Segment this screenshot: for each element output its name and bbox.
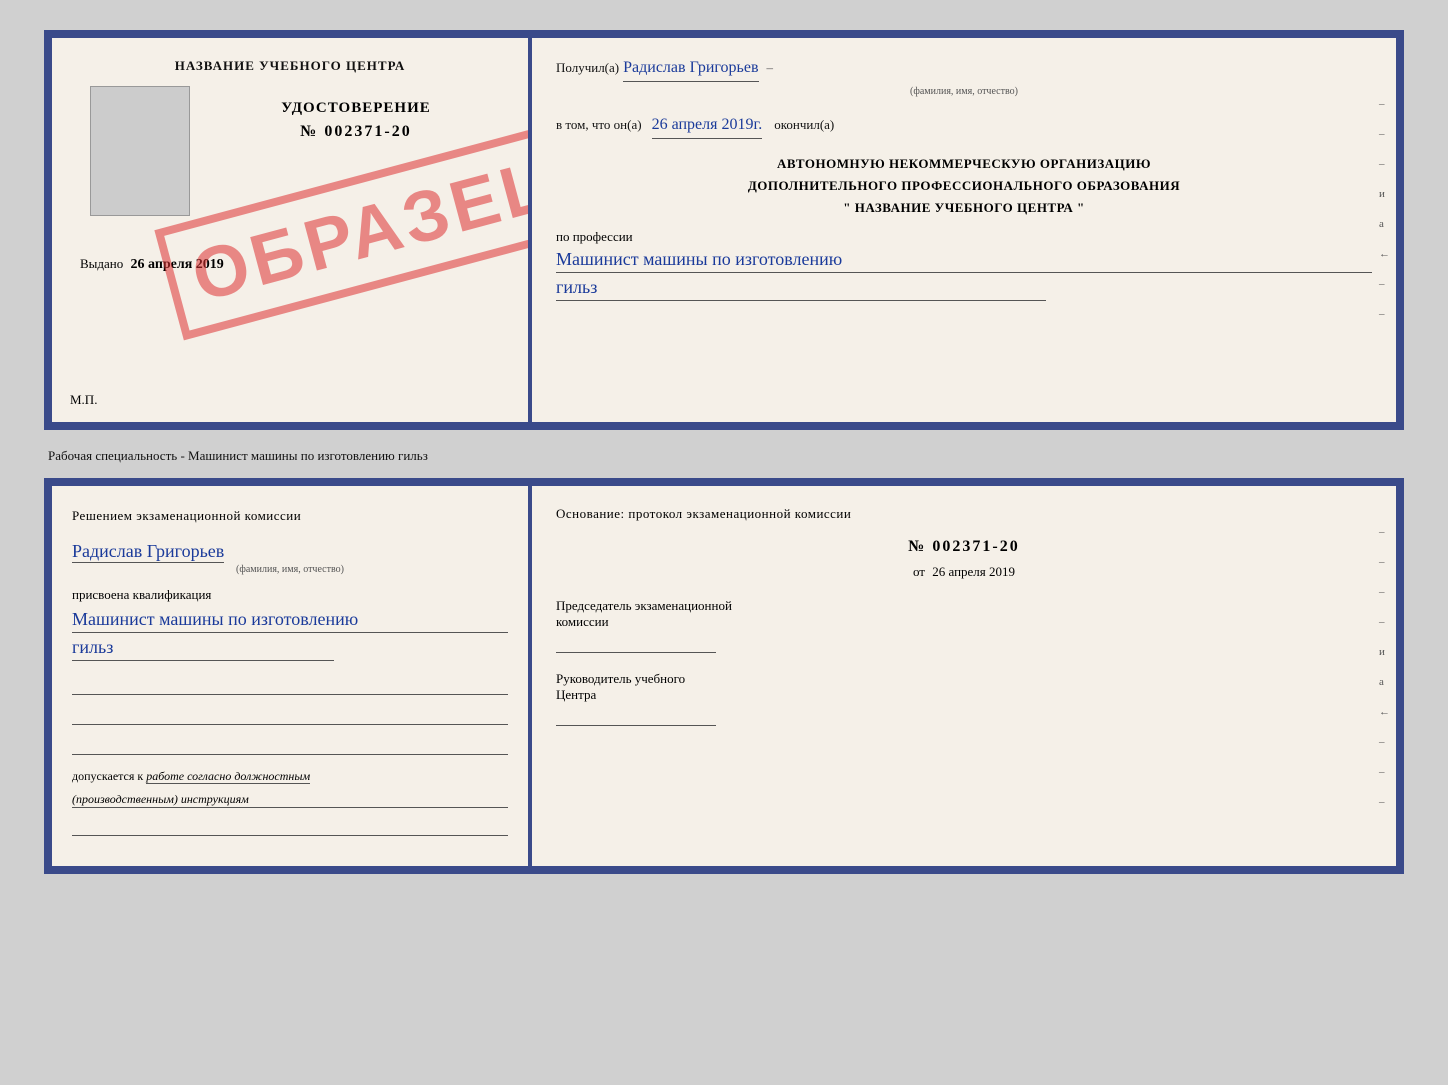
assigned-label: присвоена квалификация — [72, 587, 508, 603]
person-name-top: Радислав Григорьев — [623, 56, 758, 82]
basis-label: Основание: протокол экзаменационной коми… — [556, 506, 1372, 522]
head-label2: Центра — [556, 687, 1372, 703]
top-doc-right: Получил(а) Радислав Григорьев – (фамилия… — [532, 38, 1396, 422]
chairman-label2: комиссии — [556, 614, 1372, 630]
received-label: Получил(а) — [556, 58, 619, 78]
head-block: Руководитель учебного Центра — [556, 671, 1372, 726]
bottom-document: Решением экзаменационной комиссии Радисл… — [44, 478, 1404, 874]
org-line2: ДОПОЛНИТЕЛЬНОГО ПРОФЕССИОНАЛЬНОГО ОБРАЗО… — [556, 175, 1372, 197]
profession-block: по профессии Машинист машины по изготовл… — [556, 229, 1372, 301]
bottom-doc-right: Основание: протокол экзаменационной коми… — [532, 486, 1396, 866]
protocol-date: 26 апреля 2019 — [932, 564, 1015, 579]
qualification-text2: гильз — [72, 637, 334, 661]
profession-label: по профессии — [556, 229, 1372, 245]
issued-info: Выдано 26 апреля 2019 — [80, 256, 224, 273]
allowed-text: работе согласно должностным — [146, 769, 310, 784]
blank-line-1 — [72, 675, 508, 695]
chairman-label: Председатель экзаменационной — [556, 598, 1372, 614]
received-row: Получил(а) Радислав Григорьев – (фамилия… — [556, 56, 1372, 99]
bottom-doc-left: Решением экзаменационной комиссии Радисл… — [52, 486, 532, 866]
side-marks-bottom: – – – – и а ← – – – — [1379, 526, 1390, 808]
org-line3: " НАЗВАНИЕ УЧЕБНОГО ЦЕНТРА " — [556, 197, 1372, 219]
cert-label: УДОСТОВЕРЕНИЕ — [202, 100, 510, 117]
date-prefix: от — [913, 564, 925, 579]
org-line1: АВТОНОМНУЮ НЕКОММЕРЧЕСКУЮ ОРГАНИЗАЦИЮ — [556, 153, 1372, 175]
name-sublabel-top: (фамилия, имя, отчество) — [556, 84, 1372, 99]
top-doc-left: НАЗВАНИЕ УЧЕБНОГО ЦЕНТРА УДОСТОВЕРЕНИЕ №… — [52, 38, 532, 422]
chairman-block: Председатель экзаменационной комиссии — [556, 598, 1372, 653]
side-marks-top: – – – и а ← – – — [1379, 98, 1390, 320]
chairman-signature-line — [556, 652, 716, 653]
top-document: НАЗВАНИЕ УЧЕБНОГО ЦЕНТРА УДОСТОВЕРЕНИЕ №… — [44, 30, 1404, 430]
head-label: Руководитель учебного — [556, 671, 1372, 687]
middle-label: Рабочая специальность - Машинист машины … — [44, 448, 1404, 464]
qualification-text: Машинист машины по изготовлению — [72, 609, 508, 633]
name-sublabel-bottom: (фамилия, имя, отчество) — [72, 564, 508, 575]
top-left-title: НАЗВАНИЕ УЧЕБНОГО ЦЕНТРА — [175, 58, 406, 74]
cert-photo — [90, 86, 190, 216]
allowed-label: допускается к — [72, 769, 143, 783]
completion-date: 26 апреля 2019г. — [652, 113, 763, 139]
protocol-date-row: от 26 апреля 2019 — [556, 564, 1372, 580]
blank-line-2 — [72, 705, 508, 725]
cert-label-text: УДОСТОВЕРЕНИЕ № 002371-20 — [202, 100, 510, 141]
protocol-number: № 002371-20 — [556, 538, 1372, 556]
issued-label: Выдано — [80, 256, 123, 271]
profession-text: Машинист машины по изготовлению — [556, 249, 1372, 273]
head-signature-line — [556, 725, 716, 726]
profession-text2: гильз — [556, 277, 1046, 301]
allowed-text2: (производственным) инструкциям — [72, 792, 508, 808]
issued-date: 26 апреля 2019 — [131, 257, 224, 272]
date-row: в том, что он(а) 26 апреля 2019г. окончи… — [556, 113, 1372, 139]
mp-label: М.П. — [70, 392, 97, 408]
in-that-label: в том, что он(а) — [556, 115, 642, 135]
allowed-block: допускается к работе согласно должностны… — [72, 769, 508, 808]
finished-label: окончил(а) — [774, 115, 834, 135]
bottom-left-title: Решением экзаменационной комиссии — [72, 506, 508, 527]
org-block: АВТОНОМНУЮ НЕКОММЕРЧЕСКУЮ ОРГАНИЗАЦИЮ ДО… — [556, 153, 1372, 219]
blank-line-4 — [72, 816, 508, 836]
cert-number: № 002371-20 — [202, 123, 510, 141]
person-name-bottom: Радислав Григорьев — [72, 541, 224, 563]
blank-line-3 — [72, 735, 508, 755]
